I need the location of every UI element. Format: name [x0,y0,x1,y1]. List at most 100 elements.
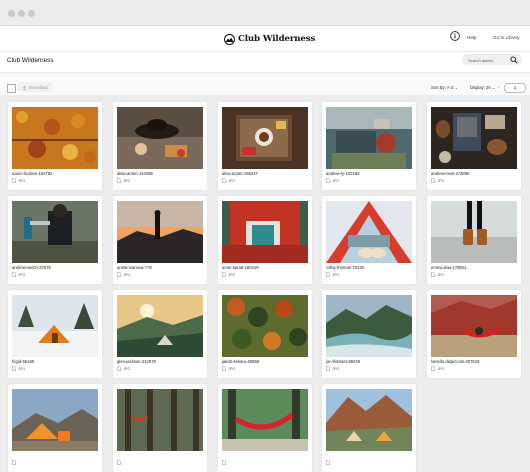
asset-type: JPG [222,178,235,183]
asset-type-label: JPG [18,366,26,371]
asset-type [326,460,332,465]
search-icon[interactable] [510,55,518,64]
asset-thumbnail[interactable] [222,295,308,357]
search-box[interactable]: Search assets [462,54,522,65]
asset-filename: anne-spratt-180419 [222,265,259,270]
file-icon [326,460,330,465]
asset-card[interactable]: emma-dau-179921 JPG [427,196,521,284]
asset-filename: lionello-delpiccolo-207618 [431,359,480,364]
file-icon [326,272,330,277]
asset-card[interactable]: alisa-anton-144486 JPG [113,102,207,190]
file-icon [117,366,121,371]
asset-filename: aaron-burden-154782 [12,171,53,176]
asset-thumbnail[interactable] [326,389,412,451]
asset-type: JPG [326,178,339,183]
asset-type: JPG [431,366,444,371]
asset-thumbnail[interactable] [12,389,98,451]
asset-thumbnail[interactable] [12,295,98,357]
asset-filename: aneta-ivanova-778 [117,265,152,270]
asset-type-label: JPG [228,366,236,371]
asset-type-label: JPG [437,366,445,371]
asset-type: JPG [326,366,339,371]
asset-type: JPG [12,366,25,371]
asset-type [12,460,18,465]
asset-card[interactable]: jon-flobrant-88429 JPG [322,290,416,378]
window-close-dot[interactable] [8,10,15,17]
asset-type: JPG [222,272,235,277]
asset-thumbnail[interactable] [326,107,412,169]
asset-thumbnail[interactable] [222,201,308,263]
asset-filename: andrew-neel-274886 [431,171,470,176]
page-title: Club Wilderness [7,57,54,64]
asset-card[interactable] [113,384,207,472]
file-icon [431,178,435,183]
file-icon [222,178,226,183]
asset-card[interactable] [322,384,416,472]
display-label: Display: 20 [470,85,491,90]
asset-filename: alisa-anton-156247 [222,171,258,176]
brand-logo[interactable]: Club Wilderness [224,32,315,46]
asset-thumbnail[interactable] [222,107,308,169]
asset-type: JPG [222,366,235,371]
asset-thumbnail[interactable] [431,107,517,169]
info-icon[interactable] [450,31,460,41]
previous-page-icon[interactable]: ‹ [498,85,500,90]
select-all-checkbox[interactable] [7,84,16,93]
asset-filename: emma-dau-179921 [431,265,467,270]
file-icon [431,272,435,277]
asset-type: JPG [326,272,339,277]
asset-card[interactable]: aaron-burden-154782 JPG [8,102,102,190]
asset-type-label: JPG [228,178,236,183]
asset-card[interactable]: anne-spratt-180419 JPG [218,196,312,284]
asset-card[interactable]: alisa-anton-156247 JPG [218,102,312,190]
asset-card[interactable]: lionello-delpiccolo-207618 JPG [427,290,521,378]
mountain-logo-icon [224,33,235,45]
chevron-down-icon: ⌄ [491,85,496,90]
asset-card[interactable]: andrew-welch-37576 JPG [8,196,102,284]
asset-thumbnail[interactable] [431,201,517,263]
page-number-input[interactable]: 1 [504,83,526,93]
file-icon [12,366,16,371]
chevron-down-icon: ⌄ [454,85,459,90]
asset-type-label: JPG [332,366,340,371]
asset-card[interactable]: colby-thomas-79130 JPG [322,196,416,284]
asset-thumbnail[interactable] [326,201,412,263]
asset-thumbnail[interactable] [117,107,203,169]
asset-card[interactable]: andrew-ly-102166 JPG [322,102,416,190]
asset-thumbnail[interactable] [12,107,98,169]
window-zoom-dot[interactable] [28,10,35,17]
asset-card[interactable] [8,384,102,472]
asset-type-label: JPG [228,272,236,277]
asset-filename: glen-jackson-242978 [117,359,156,364]
download-button[interactable]: Download [18,82,52,92]
asset-type-label: JPG [123,272,131,277]
asset-type: JPG [431,272,444,277]
asset-card[interactable]: frigid-66160 JPG [8,290,102,378]
asset-thumbnail[interactable] [431,295,517,357]
asset-thumbnail[interactable] [12,201,98,263]
asset-filename: jakob-sekora-40068 [222,359,260,364]
asset-type: JPG [12,178,25,183]
asset-card[interactable]: jakob-sekora-40068 JPG [218,290,312,378]
asset-type-label: JPG [332,178,340,183]
display-count-dropdown[interactable]: Display: 20 ⌄ [470,85,495,90]
asset-card[interactable]: glen-jackson-242978 JPG [113,290,207,378]
asset-thumbnail[interactable] [117,389,203,451]
asset-thumbnail[interactable] [326,295,412,357]
help-link[interactable]: Help [467,35,476,40]
file-icon [222,460,226,465]
asset-card[interactable]: aneta-ivanova-778 JPG [113,196,207,284]
file-icon [12,178,16,183]
asset-thumbnail[interactable] [117,201,203,263]
sort-label: Sort By: A-Z [431,85,454,90]
window-minimize-dot[interactable] [18,10,25,17]
asset-filename: alisa-anton-144486 [117,171,153,176]
asset-thumbnail[interactable] [117,295,203,357]
file-icon [326,366,330,371]
sort-dropdown[interactable]: Sort By: A-Z ⌄ [431,85,458,90]
asset-thumbnail[interactable] [222,389,308,451]
asset-card[interactable] [218,384,312,472]
search-input[interactable]: Search assets [468,58,493,63]
asset-card[interactable]: andrew-neel-274886 JPG [427,102,521,190]
go-to-library-link[interactable]: Go to Library [493,35,520,40]
